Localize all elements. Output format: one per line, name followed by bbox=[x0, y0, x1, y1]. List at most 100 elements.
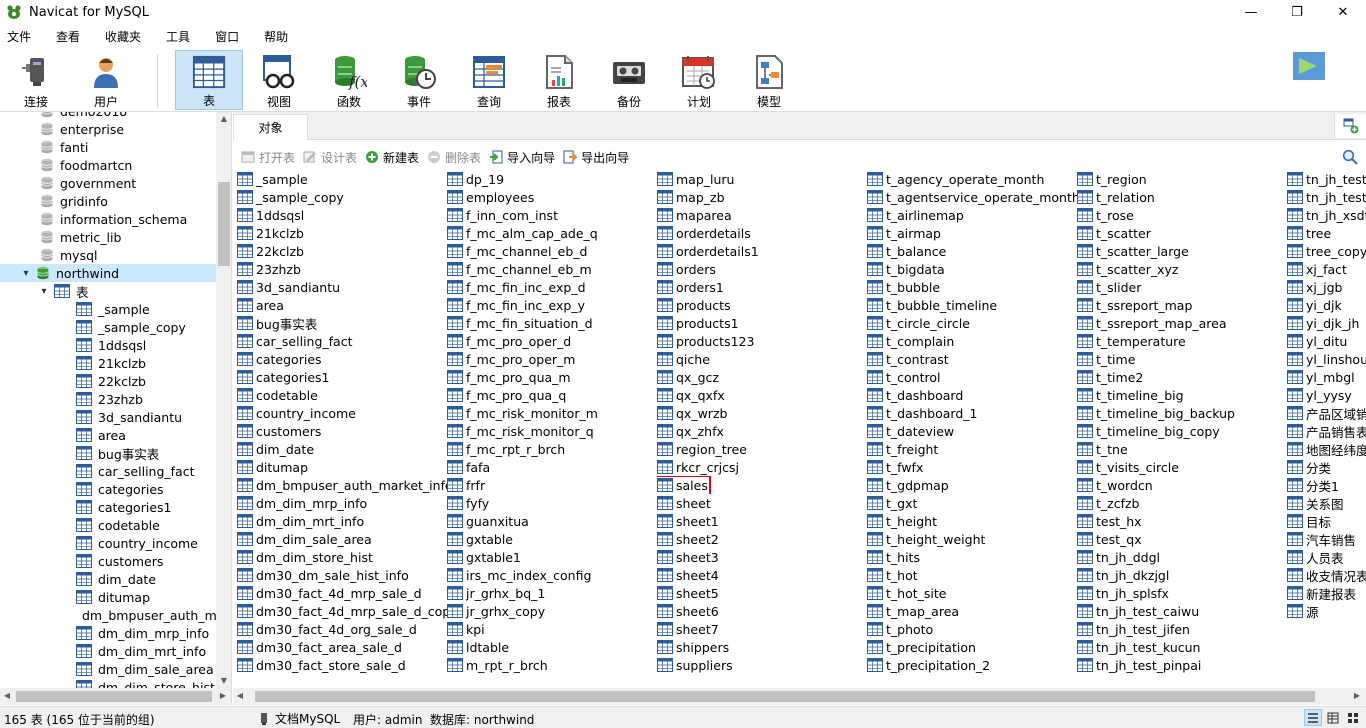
table-item[interactable]: orders bbox=[657, 260, 867, 278]
table-item[interactable]: area bbox=[237, 296, 447, 314]
table-item[interactable]: t_dateview bbox=[867, 422, 1077, 440]
tree-tables-node[interactable]: ▾ 表 bbox=[0, 282, 216, 300]
table-item[interactable]: tree bbox=[1287, 224, 1366, 242]
table-item[interactable]: f_mc_fin_inc_exp_d bbox=[447, 278, 657, 296]
table-item[interactable]: tn_jh_test_jifen bbox=[1077, 620, 1287, 638]
table-item[interactable]: t_height bbox=[867, 512, 1077, 530]
table-item[interactable]: dm_dim_sale_area bbox=[237, 530, 447, 548]
scroll-left-icon[interactable]: ◀ bbox=[233, 689, 247, 703]
table-item[interactable]: m_rpt_r_brch bbox=[447, 656, 657, 674]
tree-table-item[interactable]: area bbox=[0, 426, 216, 444]
table-item[interactable]: t_timeline_big_copy bbox=[1077, 422, 1287, 440]
table-item[interactable]: 人员表 bbox=[1287, 548, 1366, 566]
table-item[interactable]: t_hot bbox=[867, 566, 1077, 584]
table-item[interactable]: t_agency_operate_month bbox=[867, 170, 1077, 188]
table-item[interactable]: tn_jh_test_x bbox=[1287, 170, 1366, 188]
table-item[interactable]: car_selling_fact bbox=[237, 332, 447, 350]
table-item[interactable]: t_control bbox=[867, 368, 1077, 386]
table-item[interactable]: sheet2 bbox=[657, 530, 867, 548]
tree-table-item[interactable]: dm_dim_store_hist bbox=[0, 678, 216, 688]
table-item[interactable]: codetable bbox=[237, 386, 447, 404]
new-table-button[interactable]: 新建表 bbox=[365, 149, 419, 166]
scroll-left-icon[interactable]: ◀ bbox=[0, 689, 14, 703]
table-item[interactable]: xj_fact bbox=[1287, 260, 1366, 278]
table-item[interactable]: dm_dim_store_hist bbox=[237, 548, 447, 566]
table-item[interactable]: t_dashboard bbox=[867, 386, 1077, 404]
table-item[interactable]: t_agentservice_operate_month bbox=[867, 188, 1077, 206]
table-item[interactable]: jr_grhx_copy bbox=[447, 602, 657, 620]
export-wizard-button[interactable]: 导出向导 bbox=[563, 149, 629, 166]
tree-table-item[interactable]: 3d_sandiantu bbox=[0, 408, 216, 426]
table-item[interactable]: qx_wrzb bbox=[657, 404, 867, 422]
detail-view-button[interactable] bbox=[1324, 709, 1342, 726]
table-item[interactable]: t_photo bbox=[867, 620, 1077, 638]
table-item[interactable]: employees bbox=[447, 188, 657, 206]
tree-database-item[interactable]: demo2018 bbox=[0, 112, 216, 120]
table-item[interactable]: dm30_fact_area_sale_d bbox=[237, 638, 447, 656]
table-item[interactable]: frfr bbox=[447, 476, 657, 494]
tree-table-item[interactable]: 22kclzb bbox=[0, 372, 216, 390]
tree-table-item[interactable]: dm_dim_mrp_info bbox=[0, 624, 216, 642]
menu-help[interactable]: 帮助 bbox=[257, 28, 298, 45]
table-item[interactable]: f_mc_fin_situation_d bbox=[447, 314, 657, 332]
table-item[interactable]: t_gdpmap bbox=[867, 476, 1077, 494]
table-item[interactable]: 分类1 bbox=[1287, 476, 1366, 494]
table-item[interactable]: yl_linshou bbox=[1287, 350, 1366, 368]
table-item[interactable]: maparea bbox=[657, 206, 867, 224]
table-item[interactable]: t_airmap bbox=[867, 224, 1077, 242]
model-button[interactable]: 模型 bbox=[735, 50, 803, 110]
table-item[interactable]: t_dashboard_1 bbox=[867, 404, 1077, 422]
table-item[interactable]: jr_grhx_bq_1 bbox=[447, 584, 657, 602]
tree-table-item[interactable]: car_selling_fact bbox=[0, 462, 216, 480]
table-item[interactable]: dm30_dm_sale_hist_info bbox=[237, 566, 447, 584]
tree-database-item[interactable]: enterprise bbox=[0, 120, 216, 138]
table-item[interactable]: test_hx bbox=[1077, 512, 1287, 530]
object-horizontal-scrollbar[interactable]: ◀ ▶ bbox=[233, 688, 1366, 705]
view-button[interactable]: 视图 bbox=[245, 50, 313, 110]
table-item[interactable]: t_tne bbox=[1077, 440, 1287, 458]
table-item[interactable]: 收支情况表 bbox=[1287, 566, 1366, 584]
tree-table-item[interactable]: 1ddsqsl bbox=[0, 336, 216, 354]
import-wizard-button[interactable]: 导入向导 bbox=[489, 149, 555, 166]
table-item[interactable]: t_hot_site bbox=[867, 584, 1077, 602]
table-item[interactable]: t_scatter_xyz bbox=[1077, 260, 1287, 278]
tree-database-item[interactable]: government bbox=[0, 174, 216, 192]
table-item[interactable]: qx_qxfx bbox=[657, 386, 867, 404]
table-item[interactable]: 新建报表 bbox=[1287, 584, 1366, 602]
table-item[interactable]: t_scatter_large bbox=[1077, 242, 1287, 260]
table-item[interactable]: dm_bmpuser_auth_market_info bbox=[237, 476, 447, 494]
new-tab-button[interactable] bbox=[1334, 114, 1366, 138]
table-item[interactable]: t_time2 bbox=[1077, 368, 1287, 386]
table-item[interactable]: 22kclzb bbox=[237, 242, 447, 260]
tree-table-item[interactable]: country_income bbox=[0, 534, 216, 552]
table-item[interactable]: t_timeline_big_backup bbox=[1077, 404, 1287, 422]
tree-database-item[interactable]: foodmartcn bbox=[0, 156, 216, 174]
search-button[interactable] bbox=[1340, 146, 1360, 168]
table-item[interactable]: dm30_fact_4d_mrp_sale_d bbox=[237, 584, 447, 602]
table-item[interactable]: fyfy bbox=[447, 494, 657, 512]
scroll-up-icon[interactable]: ▲ bbox=[216, 112, 231, 126]
table-item[interactable]: tree_copy1 bbox=[1287, 242, 1366, 260]
table-item[interactable]: categories1 bbox=[237, 368, 447, 386]
table-item[interactable]: test_qx bbox=[1077, 530, 1287, 548]
schedule-button[interactable]: 计划 bbox=[665, 50, 733, 110]
table-item[interactable]: tn_jh_test_kucun bbox=[1077, 638, 1287, 656]
table-item[interactable]: dm30_fact_store_sale_d bbox=[237, 656, 447, 674]
table-item[interactable]: 产品区域销 bbox=[1287, 404, 1366, 422]
table-item[interactable]: t_visits_circle bbox=[1077, 458, 1287, 476]
table-item[interactable]: 源 bbox=[1287, 602, 1366, 620]
event-button[interactable]: 事件 bbox=[385, 50, 453, 110]
table-item[interactable]: t_ssreport_map bbox=[1077, 296, 1287, 314]
table-item[interactable]: t_timeline_big bbox=[1077, 386, 1287, 404]
table-item[interactable]: t_bigdata bbox=[867, 260, 1077, 278]
tree-table-item[interactable]: _sample_copy bbox=[0, 318, 216, 336]
table-item[interactable]: 目标 bbox=[1287, 512, 1366, 530]
table-item[interactable]: sheet7 bbox=[657, 620, 867, 638]
table-item[interactable]: tn_jh_dkzjgl bbox=[1077, 566, 1287, 584]
close-button[interactable]: ✕ bbox=[1320, 0, 1366, 24]
table-item[interactable]: t_map_area bbox=[867, 602, 1077, 620]
table-item[interactable]: t_circle_circle bbox=[867, 314, 1077, 332]
tree-table-item[interactable]: 21kclzb bbox=[0, 354, 216, 372]
table-item[interactable]: 23zhzb bbox=[237, 260, 447, 278]
tree-table-item[interactable]: dm_bmpuser_auth_m bbox=[0, 606, 217, 624]
